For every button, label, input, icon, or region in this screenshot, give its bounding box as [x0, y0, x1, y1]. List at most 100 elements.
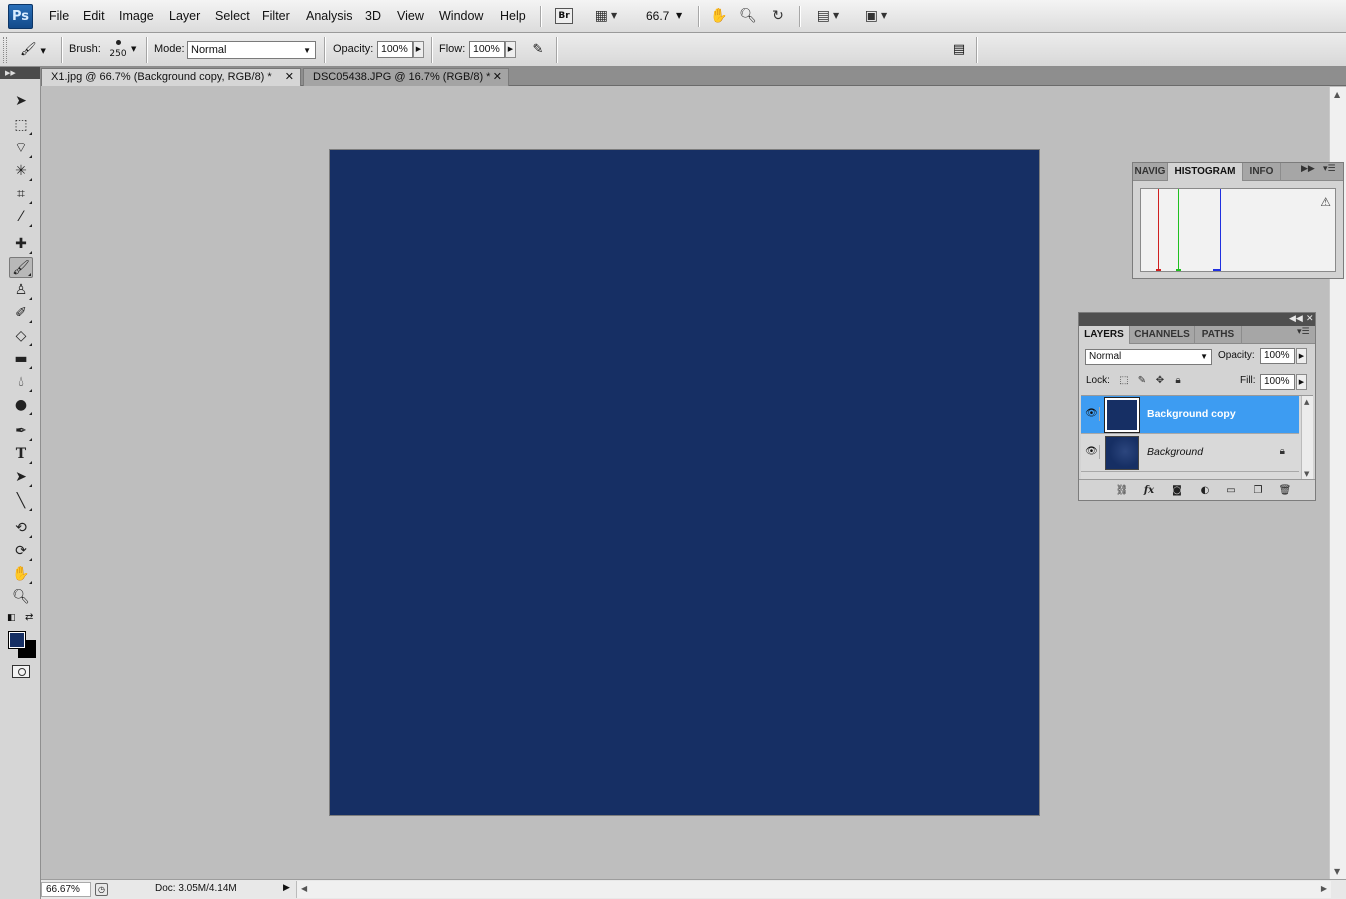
- menu-3d[interactable]: 3D: [365, 9, 381, 23]
- menu-window[interactable]: Window: [439, 9, 483, 23]
- tab-dsc05438-jpg[interactable]: DSC05438.JPG @ 16.7% (RGB/8) * ✕: [303, 68, 509, 86]
- dodge-tool[interactable]: ●: [9, 395, 33, 416]
- flow-slider-button[interactable]: ▶: [505, 41, 516, 58]
- lasso-tool[interactable]: ⌔: [9, 138, 33, 159]
- brush-picker[interactable]: 250: [108, 38, 128, 64]
- 3d-rotate-tool[interactable]: ⟲: [9, 518, 33, 539]
- menu-view[interactable]: View: [397, 9, 424, 23]
- airbrush-toggle[interactable]: ✎: [527, 41, 549, 59]
- new-layer-icon[interactable]: ❐: [1251, 484, 1265, 497]
- layer-style-icon[interactable]: fx: [1142, 484, 1156, 497]
- flow-input[interactable]: 100%: [469, 41, 505, 58]
- chevron-down-icon[interactable]: ▼: [131, 45, 136, 53]
- swap-colors-button[interactable]: ⇄: [25, 612, 33, 623]
- default-colors-button[interactable]: ◧: [7, 613, 16, 623]
- scroll-right-icon[interactable]: ▶: [1321, 884, 1327, 893]
- eraser-tool[interactable]: ◇: [9, 326, 33, 347]
- tool-preset-picker[interactable]: 🖌︎ ▼: [20, 41, 54, 59]
- tab-info[interactable]: INFO: [1243, 163, 1281, 181]
- menu-help[interactable]: Help: [500, 9, 526, 23]
- blur-tool[interactable]: 💧︎: [9, 372, 33, 393]
- layer-opacity-input[interactable]: 100%: [1260, 348, 1295, 364]
- opacity-input[interactable]: 100%: [377, 41, 413, 58]
- close-icon[interactable]: ✕: [1306, 313, 1314, 326]
- brush-tool[interactable]: 🖌︎: [9, 257, 33, 278]
- zoom-tool-button[interactable]: 🔍︎: [738, 7, 758, 25]
- menu-layer[interactable]: Layer: [169, 9, 200, 23]
- menu-analysis[interactable]: Analysis: [306, 9, 353, 23]
- lock-position-icon[interactable]: ✥: [1154, 375, 1166, 387]
- fill-slider-button[interactable]: ▶: [1296, 374, 1307, 390]
- zoom-level-field[interactable]: 66.7: [646, 9, 669, 23]
- scroll-up-icon[interactable]: ▲: [1304, 398, 1309, 406]
- lock-transparency-icon[interactable]: ⬚: [1118, 375, 1130, 387]
- clone-stamp-tool[interactable]: ♙: [9, 280, 33, 301]
- status-info-button[interactable]: ◷: [95, 883, 108, 896]
- menu-edit[interactable]: Edit: [83, 9, 105, 23]
- warning-icon[interactable]: ⚠: [1320, 195, 1331, 209]
- gradient-tool[interactable]: ▬: [9, 349, 33, 370]
- quick-mask-button[interactable]: [12, 665, 30, 678]
- close-icon[interactable]: ✕: [493, 69, 502, 86]
- healing-brush-tool[interactable]: ✚: [9, 234, 33, 255]
- scroll-left-icon[interactable]: ◀: [301, 884, 307, 893]
- foreground-color-swatch[interactable]: [8, 631, 26, 649]
- image-canvas[interactable]: [329, 149, 1040, 816]
- screen-mode-button[interactable]: ▣ ▼: [858, 7, 894, 25]
- layers-scrollbar[interactable]: ▲ ▼: [1301, 396, 1313, 480]
- scroll-down-icon[interactable]: ▼: [1304, 470, 1309, 478]
- brushes-panel-toggle[interactable]: ▤: [950, 41, 968, 59]
- fill-input[interactable]: 100%: [1260, 374, 1295, 390]
- blend-mode-select[interactable]: Normal ▼: [1085, 349, 1212, 365]
- bridge-button[interactable]: Br: [555, 8, 573, 24]
- close-icon[interactable]: ✕: [285, 69, 294, 86]
- menu-file[interactable]: File: [49, 9, 69, 23]
- status-zoom-field[interactable]: 66.67%: [41, 882, 91, 897]
- marquee-tool[interactable]: ⬚: [9, 115, 33, 136]
- zoom-tool[interactable]: 🔍︎: [9, 587, 33, 608]
- menu-image[interactable]: Image: [119, 9, 154, 23]
- layer-background-copy[interactable]: 👁︎ Background copy: [1081, 396, 1299, 434]
- arrange-documents-button[interactable]: ▤ ▼: [810, 7, 846, 25]
- history-brush-tool[interactable]: ✐: [9, 303, 33, 324]
- type-tool[interactable]: T: [9, 444, 33, 465]
- move-tool[interactable]: ➤: [9, 91, 33, 112]
- horizontal-scrollbar[interactable]: ◀ ▶: [296, 881, 1331, 898]
- tab-histogram[interactable]: HISTOGRAM: [1168, 163, 1243, 181]
- tools-panel-header[interactable]: ▶▶: [0, 67, 40, 79]
- adjustment-layer-icon[interactable]: ◐: [1198, 484, 1212, 497]
- line-tool[interactable]: ╲: [9, 491, 33, 512]
- lock-pixels-icon[interactable]: ✎: [1136, 375, 1148, 387]
- hand-tool-button[interactable]: ✋: [709, 7, 729, 25]
- crop-tool[interactable]: ⌗: [9, 184, 33, 205]
- eye-icon[interactable]: 👁︎: [1084, 445, 1100, 459]
- add-mask-icon[interactable]: ◙: [1170, 484, 1184, 497]
- tab-layers[interactable]: LAYERS: [1079, 326, 1130, 344]
- rotate-view-button[interactable]: ↻: [768, 7, 788, 25]
- eye-icon[interactable]: 👁︎: [1084, 407, 1100, 421]
- hand-tool[interactable]: ✋: [9, 564, 33, 585]
- panel-menu-icon[interactable]: ▾☰: [1297, 327, 1310, 337]
- collapse-icon[interactable]: ◀◀: [1289, 313, 1303, 326]
- lock-all-icon[interactable]: 🔒︎: [1172, 375, 1184, 387]
- delete-layer-icon[interactable]: 🗑︎: [1278, 484, 1292, 497]
- tab-navigator[interactable]: NAVIG: [1133, 163, 1168, 181]
- menu-select[interactable]: Select: [215, 9, 250, 23]
- eyedropper-tool[interactable]: ⁄: [9, 207, 33, 228]
- view-extras-button[interactable]: ▦ ▼: [588, 7, 624, 25]
- panel-menu-icon[interactable]: ▾☰: [1323, 164, 1336, 174]
- tab-x1-jpg[interactable]: X1.jpg @ 66.7% (Background copy, RGB/8) …: [41, 68, 301, 86]
- layer-opacity-slider-button[interactable]: ▶: [1296, 348, 1307, 364]
- scroll-up-icon[interactable]: ▲: [1334, 90, 1340, 99]
- tab-channels[interactable]: CHANNELS: [1130, 326, 1195, 344]
- link-layers-icon[interactable]: ⛓: [1115, 484, 1129, 497]
- opacity-slider-button[interactable]: ▶: [413, 41, 424, 58]
- menu-filter[interactable]: Filter: [262, 9, 290, 23]
- layers-panel-titlebar[interactable]: ◀◀ ✕: [1079, 313, 1315, 326]
- scroll-down-icon[interactable]: ▼: [1334, 867, 1340, 876]
- chevron-down-icon[interactable]: ▼: [676, 11, 682, 20]
- layer-background[interactable]: 👁︎ Background 🔒︎: [1081, 434, 1299, 472]
- options-bar-grip[interactable]: [3, 37, 7, 63]
- mode-select[interactable]: Normal ▼: [187, 41, 316, 59]
- tab-paths[interactable]: PATHS: [1195, 326, 1242, 344]
